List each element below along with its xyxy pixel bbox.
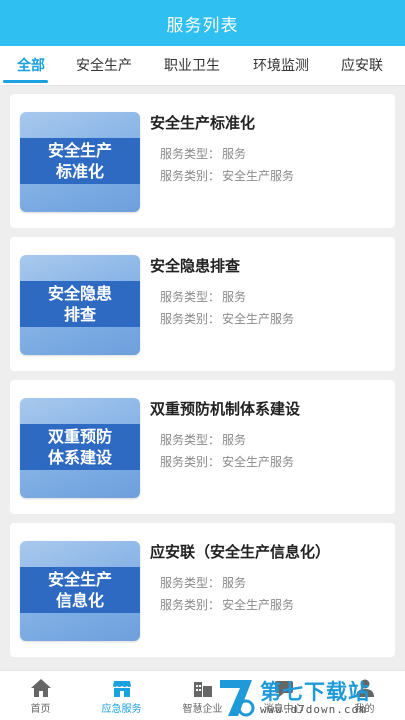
page-title: 服务列表 xyxy=(166,15,239,36)
service-title: 安全生产标准化 xyxy=(150,114,256,132)
home-icon xyxy=(30,679,51,697)
thumb-line: 安全生产 xyxy=(47,570,112,589)
active-tab-indicator xyxy=(3,80,48,83)
service-category: 服务类别： 安全生产服务 xyxy=(160,455,295,469)
app-header: 服务列表 xyxy=(0,0,405,46)
service-category: 服务类别： 安全生产服务 xyxy=(160,312,295,326)
service-type: 服务类型： 服务 xyxy=(160,147,247,161)
service-title: 应安联（安全生产信息化） xyxy=(150,543,331,561)
tab-environment-monitoring[interactable]: 环境监测 xyxy=(253,46,309,86)
nav-label: 首页 xyxy=(30,704,51,715)
service-list: 安全生产 标准化 安全生产标准化 服务类型： 服务 服务类别： 安全生产服务 安全隐… xyxy=(0,86,405,670)
service-icon xyxy=(112,681,131,697)
thumb-line: 体系建设 xyxy=(47,448,112,467)
tab-safety-production[interactable]: 安全生产 xyxy=(76,46,132,86)
thumb-line: 安全隐患 xyxy=(47,284,112,303)
service-type: 服务类型： 服务 xyxy=(160,576,247,590)
watermark-text: 第七下载站 xyxy=(260,680,370,704)
service-thumbnail: 安全生产 信息化 xyxy=(20,541,140,641)
service-thumbnail: 安全隐患 排查 xyxy=(20,255,140,355)
thumb-line: 标准化 xyxy=(55,162,104,181)
thumb-line: 双重预防 xyxy=(47,427,112,446)
tab-yinganlian[interactable]: 应安联 xyxy=(341,46,383,86)
nav-emergency-service[interactable]: 应急服务 xyxy=(81,671,162,720)
service-card[interactable]: 安全隐患 排查 安全隐患排查 服务类型： 服务 服务类别： 安全生产服务 xyxy=(10,237,395,371)
thumb-line: 安全生产 xyxy=(47,141,112,160)
category-tabs: 全部 安全生产 职业卫生 环境监测 应安联 xyxy=(0,46,405,86)
service-card[interactable]: 安全生产 标准化 安全生产标准化 服务类型： 服务 服务类别： 安全生产服务 xyxy=(10,94,395,228)
thumb-line: 排查 xyxy=(63,305,96,324)
thumb-line: 信息化 xyxy=(55,591,104,610)
nav-home[interactable]: 首页 xyxy=(0,671,81,720)
service-type: 服务类型： 服务 xyxy=(160,290,247,304)
service-title: 安全隐患排查 xyxy=(150,257,241,275)
watermark: 第七下载站 www.d7down.com xyxy=(210,676,405,720)
service-card[interactable]: 双重预防 体系建设 双重预防机制体系建设 服务类型： 服务 服务类别： 安全生产服务 xyxy=(10,380,395,514)
service-category: 服务类别： 安全生产服务 xyxy=(160,598,295,612)
nav-label: 应急服务 xyxy=(101,704,142,715)
service-thumbnail: 双重预防 体系建设 xyxy=(20,398,140,498)
tab-occupational-health[interactable]: 职业卫生 xyxy=(164,46,220,86)
service-title: 双重预防机制体系建设 xyxy=(150,400,301,418)
service-thumbnail: 安全生产 标准化 xyxy=(20,112,140,212)
service-category: 服务类别： 安全生产服务 xyxy=(160,169,295,183)
watermark-logo-icon xyxy=(220,680,255,717)
service-type: 服务类型： 服务 xyxy=(160,433,247,447)
watermark-url: www.d7down.com xyxy=(260,703,367,716)
service-card[interactable]: 安全生产 信息化 应安联（安全生产信息化） 服务类型： 服务 服务类别： 安全生产服… xyxy=(10,523,395,657)
